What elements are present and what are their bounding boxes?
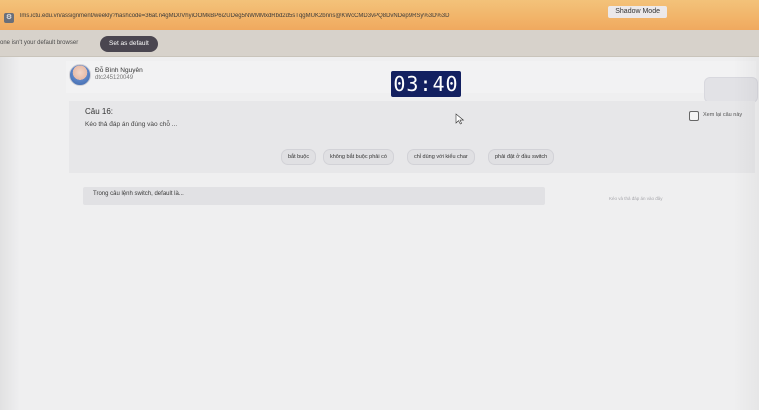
- choice-chip[interactable]: không bắt buộc phải có: [323, 149, 394, 165]
- default-browser-message: one isn't your default browser: [0, 40, 79, 46]
- student-id: dtc245120049: [95, 75, 134, 81]
- question-title: Câu 16:: [85, 107, 114, 116]
- drop-zone-hint[interactable]: Kéo và thả đáp án vào đây: [609, 196, 663, 201]
- default-browser-banner: one isn't your default browser Set as de…: [0, 30, 759, 57]
- user-name: Đỗ Bình Nguyên: [95, 67, 143, 74]
- left-shade: [0, 57, 20, 410]
- avatar: [69, 64, 91, 86]
- review-checkbox[interactable]: [689, 111, 699, 121]
- choice-chip[interactable]: bắt buộc: [281, 149, 317, 165]
- screen: Shadow Mode ⚙ lms.ictu.edu.vn/assignment…: [0, 0, 759, 410]
- question-prompt: Kéo thả đáp án đúng vào chỗ ...: [85, 121, 178, 128]
- url-text[interactable]: lms.ictu.edu.vn/assignment/weekly?hashco…: [20, 13, 540, 23]
- choice-chip[interactable]: phải đặt ở đầu switch: [488, 149, 555, 165]
- choice-chip[interactable]: chỉ dùng với kiểu char: [407, 149, 475, 165]
- answer-choices: bắt buộc không bắt buộc phải có chỉ dùng…: [281, 149, 611, 165]
- site-settings-icon[interactable]: ⚙: [4, 13, 14, 23]
- address-bar[interactable]: ⚙ lms.ictu.edu.vn/assignment/weekly?hash…: [0, 12, 759, 26]
- countdown-timer: 03:40: [391, 71, 461, 97]
- mouse-cursor-icon: [455, 113, 465, 125]
- statement-text: Trong câu lệnh switch, default là...: [93, 191, 184, 197]
- set-default-button[interactable]: Set as default: [100, 36, 158, 52]
- answer-row: Trong câu lệnh switch, default là... Kéo…: [69, 185, 755, 215]
- right-shade: [733, 57, 759, 410]
- browser-top-bar: Shadow Mode ⚙ lms.ictu.edu.vn/assignment…: [0, 0, 759, 30]
- statement-box: Trong câu lệnh switch, default là...: [83, 187, 545, 205]
- exam-page: Đỗ Bình Nguyên dtc245120049 03:40 Câu 16…: [0, 57, 759, 410]
